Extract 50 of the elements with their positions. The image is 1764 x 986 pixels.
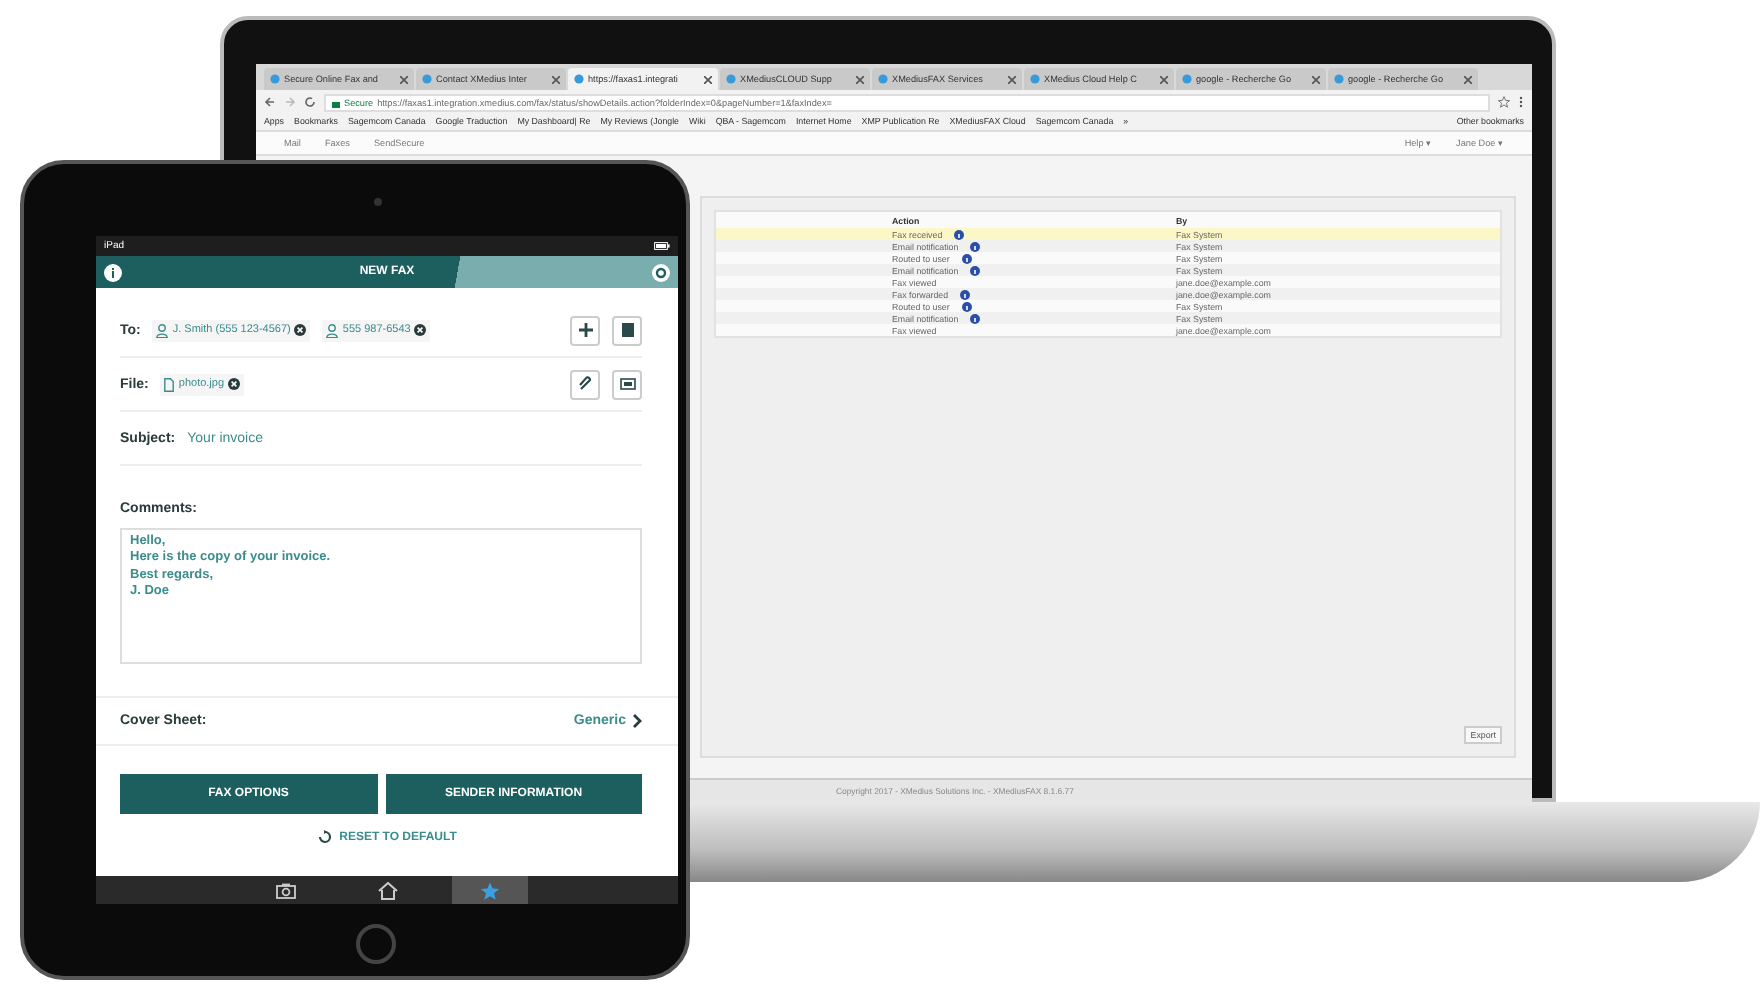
person-icon xyxy=(156,323,169,337)
add-button[interactable] xyxy=(570,315,600,345)
settings-icon[interactable] xyxy=(652,263,670,281)
remove-icon[interactable] xyxy=(294,324,307,336)
camera-lens-icon xyxy=(374,198,382,206)
file-icon xyxy=(164,377,175,391)
close-icon[interactable] xyxy=(1160,75,1168,83)
page-icon xyxy=(422,74,432,84)
plus-icon xyxy=(577,322,593,338)
info-icon[interactable] xyxy=(104,263,122,281)
star-icon[interactable] xyxy=(1498,96,1510,108)
attach-button[interactable] xyxy=(570,369,600,399)
info-icon[interactable] xyxy=(961,301,972,311)
info-icon[interactable] xyxy=(970,265,981,275)
paperclip-icon xyxy=(577,376,593,392)
person-icon xyxy=(326,323,339,337)
close-icon[interactable] xyxy=(1008,75,1016,83)
close-icon[interactable] xyxy=(704,75,712,83)
close-icon[interactable] xyxy=(552,75,560,83)
page-icon xyxy=(878,74,888,84)
page-icon xyxy=(1030,74,1040,84)
close-icon[interactable] xyxy=(400,75,408,83)
page-icon xyxy=(1182,74,1192,84)
scan-button[interactable] xyxy=(612,369,642,399)
close-icon[interactable] xyxy=(1464,75,1472,83)
contacts-button[interactable] xyxy=(612,315,642,345)
close-icon[interactable] xyxy=(1312,75,1320,83)
reset-icon xyxy=(317,830,332,844)
info-icon[interactable] xyxy=(970,313,981,323)
info-icon[interactable] xyxy=(960,289,971,299)
remove-icon[interactable] xyxy=(414,324,427,336)
lock-icon xyxy=(332,97,340,107)
back-icon[interactable] xyxy=(264,96,276,108)
close-icon[interactable] xyxy=(856,75,864,83)
menu-icon[interactable] xyxy=(1518,96,1524,108)
page-icon xyxy=(270,74,280,84)
star-icon xyxy=(479,881,499,899)
camera-icon xyxy=(275,881,295,899)
info-icon[interactable] xyxy=(954,229,965,239)
info-icon[interactable] xyxy=(970,241,981,251)
image-icon xyxy=(619,376,635,392)
battery-icon xyxy=(654,242,670,250)
reload-icon[interactable] xyxy=(304,96,316,108)
chevron-icon xyxy=(632,714,642,728)
page-icon xyxy=(1334,74,1344,84)
page-icon xyxy=(574,74,584,84)
home-icon xyxy=(377,881,397,899)
page-icon xyxy=(726,74,736,84)
info-icon[interactable] xyxy=(961,253,972,263)
remove-icon[interactable] xyxy=(228,378,241,390)
